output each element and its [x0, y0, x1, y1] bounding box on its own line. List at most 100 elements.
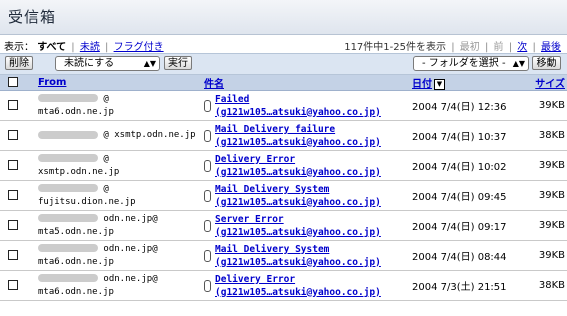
subject-link[interactable]: Delivery Error — [215, 153, 381, 166]
subject-link[interactable]: Delivery Error — [215, 273, 381, 286]
date-cell: 2004 7/4(日) 10:37 — [410, 120, 529, 151]
subject-link[interactable]: Mail Delivery System — [215, 243, 381, 256]
filter-unread-link[interactable]: 未読 — [80, 42, 100, 53]
from-line2: xsmtp.odn.ne.jp — [38, 166, 120, 177]
subject-recipient[interactable]: (g121w105…atsuki@yahoo.co.jp) — [215, 286, 381, 299]
sort-date-link[interactable]: 日付 — [412, 79, 432, 90]
from-line1: odn.ne.jp@ — [103, 243, 158, 254]
first-page: 最初 — [459, 42, 480, 53]
from-line1: @ — [103, 93, 109, 104]
subject-recipient[interactable]: (g121w105…atsuki@yahoo.co.jp) — [215, 196, 381, 209]
table-row[interactable]: @ mta6.odn.ne.jp Failed (g121w105…atsuki@ya… — [0, 90, 567, 121]
attachment-icon — [204, 129, 211, 142]
from-line1: odn.ne.jp@ — [103, 213, 158, 224]
prev-page: 前 — [493, 42, 504, 53]
from-cell: odn.ne.jp@ mta6.odn.ne.jp — [36, 270, 202, 301]
redacted-sender — [38, 274, 98, 282]
subject-recipient[interactable]: (g121w105…atsuki@yahoo.co.jp) — [215, 226, 381, 239]
from-line2: mta6.odn.ne.jp — [38, 256, 114, 267]
subject-cell: Mail Delivery failure (g121w105…atsuki@ya… — [202, 120, 410, 151]
from-line1: @ xsmtp.odn.ne.jp — [103, 130, 196, 140]
select-all-checkbox[interactable] — [8, 77, 18, 87]
filter-all: すべて — [37, 42, 67, 53]
size-cell: 39KB — [529, 210, 567, 241]
size-cell: 39KB — [529, 150, 567, 181]
filter-label: 表示： — [4, 42, 34, 53]
subject-link[interactable]: Server Error — [215, 213, 381, 226]
redacted-sender — [38, 94, 98, 102]
date-cell: 2004 7/4(日) 09:45 — [410, 180, 529, 211]
table-row[interactable]: odn.ne.jp@ mta6.odn.ne.jp Mail Delivery Sy… — [0, 240, 567, 271]
subject-cell: Server Error (g121w105…atsuki@yahoo.co.jp… — [202, 210, 410, 241]
from-line1: @ — [103, 153, 109, 164]
row-checkbox[interactable] — [8, 130, 18, 140]
execute-button[interactable]: 実行 — [164, 56, 192, 70]
redacted-sender — [38, 214, 98, 222]
from-line2: mta5.odn.ne.jp — [38, 226, 114, 237]
table-row[interactable]: @ fujitsu.dion.ne.jp Mail Delivery System(… — [0, 180, 567, 211]
row-checkbox[interactable] — [8, 160, 18, 170]
attachment-icon — [204, 159, 211, 172]
table-row[interactable]: @ xsmtp.odn.ne.jp Mail Delivery failure (g… — [0, 120, 567, 151]
view-filter: 表示： すべて | 未読 | フラグ付き — [4, 38, 164, 53]
subject-link[interactable]: Mail Delivery failure — [215, 123, 381, 136]
sort-size-link[interactable]: サイズ — [535, 79, 565, 90]
toolbar: 削除 未読にする ▲▼ 実行 - フォルダを選択 - ▲▼ 移動 — [0, 53, 567, 75]
subject-cell: Mail Delivery System (g121w105…atsuki@yah… — [202, 240, 410, 271]
table-header: From 件名 日付 ▼ サイズ — [0, 75, 567, 91]
last-page-link[interactable]: 最後 — [541, 42, 561, 53]
folder-select[interactable]: - フォルダを選択 - ▲▼ — [413, 56, 529, 71]
row-checkbox[interactable] — [8, 250, 18, 260]
attachment-icon — [204, 279, 211, 292]
sort-desc-icon[interactable]: ▼ — [434, 78, 445, 90]
subject-cell: Delivery Error (g121w105…atsuki@yahoo.co.… — [202, 270, 410, 301]
size-cell: 39KB — [529, 180, 567, 211]
subject-cell: Delivery Error (g121w105…atsuki@yahoo.co.… — [202, 150, 410, 181]
from-cell: odn.ne.jp@ mta5.odn.ne.jp — [36, 210, 202, 241]
table-row[interactable]: odn.ne.jp@ mta6.odn.ne.jp Delivery Error (g… — [0, 270, 567, 301]
from-cell: @ xsmtp.odn.ne.jp — [36, 150, 202, 181]
table-row[interactable]: odn.ne.jp@ mta5.odn.ne.jp Server Error (g12… — [0, 210, 567, 241]
sort-subject-link[interactable]: 件名 — [204, 79, 224, 90]
row-checkbox[interactable] — [8, 220, 18, 230]
result-summary: 117件中1-25件を表示 — [344, 42, 446, 53]
from-line1: odn.ne.jp@ — [103, 273, 158, 284]
attachment-icon — [204, 249, 211, 262]
subject-recipient[interactable]: (g121w105…atsuki@yahoo.co.jp) — [215, 166, 381, 179]
message-table: From 件名 日付 ▼ サイズ @ mta6.odn.ne.jp Failed (g1… — [0, 75, 567, 301]
filter-flagged-link[interactable]: フラグ付き — [114, 42, 164, 53]
subject-recipient[interactable]: (g121w105…atsuki@yahoo.co.jp) — [215, 136, 381, 149]
move-button[interactable]: 移動 — [532, 56, 561, 70]
attachment-icon — [204, 189, 211, 202]
date-cell: 2004 7/4(日) 09:17 — [410, 210, 529, 241]
page-title: 受信箱 — [8, 8, 57, 26]
subject-cell: Failed (g121w105…atsuki@yahoo.co.jp) — [202, 90, 410, 121]
date-cell: 2004 7/4(日) 12:36 — [410, 90, 529, 121]
action-select[interactable]: 未読にする ▲▼ — [55, 56, 160, 71]
sort-from-link[interactable]: From — [38, 77, 66, 88]
redacted-sender — [38, 244, 98, 252]
attachment-icon — [204, 99, 211, 112]
separator: | — [71, 42, 75, 53]
subject-recipient[interactable]: (g121w105…atsuki@yahoo.co.jp) — [215, 256, 381, 269]
row-checkbox[interactable] — [8, 280, 18, 290]
subject-cell: Mail Delivery System (g121w105…atsuki@yah… — [202, 180, 410, 211]
filter-bar: 表示： すべて | 未読 | フラグ付き 117件中1-25件を表示 | 最初 … — [0, 36, 567, 53]
row-checkbox[interactable] — [8, 190, 18, 200]
from-line2: fujitsu.dion.ne.jp — [38, 196, 136, 207]
size-cell: 38KB — [529, 270, 567, 301]
subject-link[interactable]: Failed — [215, 93, 381, 106]
size-cell: 39KB — [529, 240, 567, 271]
subject-recipient[interactable]: (g121w105…atsuki@yahoo.co.jp) — [215, 106, 381, 119]
redacted-sender — [38, 184, 98, 192]
date-cell: 2004 7/3(土) 21:51 — [410, 270, 529, 301]
chevron-updown-icon: ▲▼ — [512, 59, 525, 68]
from-cell: @ mta6.odn.ne.jp — [36, 90, 202, 121]
row-checkbox[interactable] — [8, 100, 18, 110]
next-page-link[interactable]: 次 — [517, 42, 527, 53]
subject-link[interactable]: Mail Delivery System — [215, 183, 381, 196]
redacted-sender — [38, 130, 98, 139]
table-row[interactable]: @ xsmtp.odn.ne.jp Delivery Error (g121w105…… — [0, 150, 567, 181]
from-line2: mta6.odn.ne.jp — [38, 286, 114, 297]
delete-button[interactable]: 削除 — [5, 56, 33, 70]
